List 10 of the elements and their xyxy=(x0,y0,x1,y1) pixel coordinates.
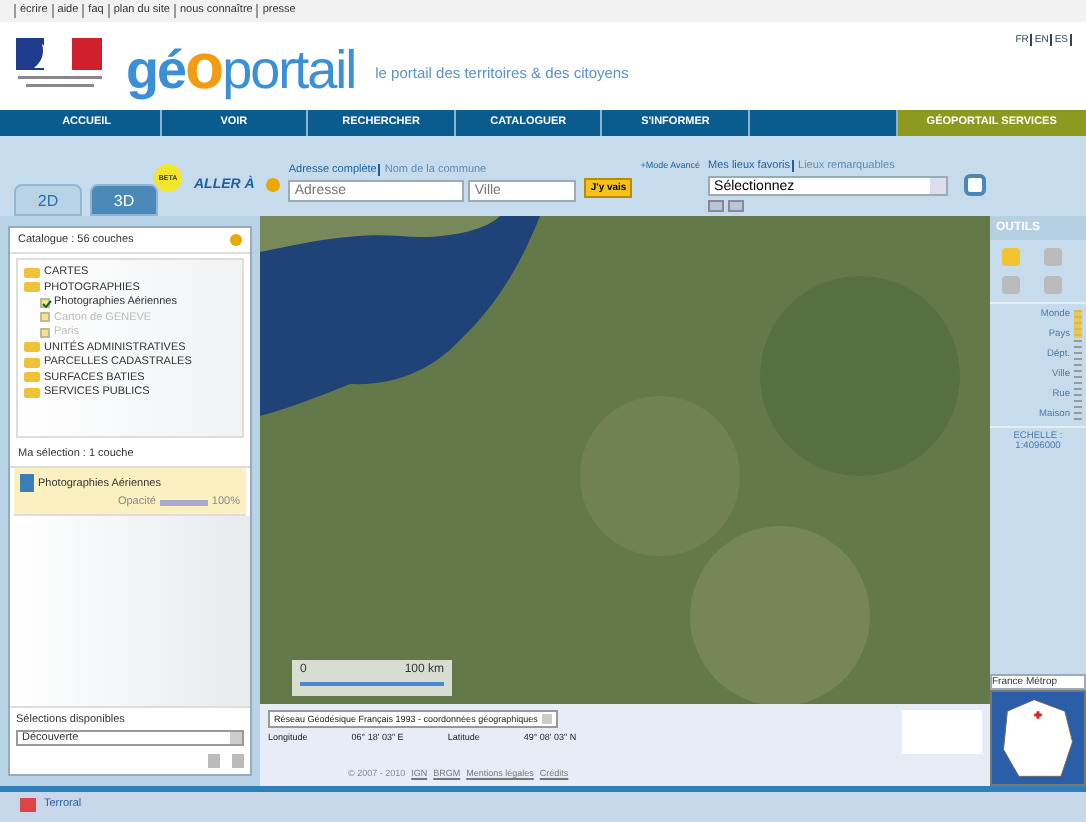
zoom-slider[interactable] xyxy=(1074,310,1082,420)
opacity-slider[interactable] xyxy=(159,499,208,505)
satellite-map[interactable] xyxy=(260,216,990,704)
help-icon[interactable] xyxy=(230,234,242,246)
help-icon[interactable] xyxy=(266,178,281,192)
view-tab[interactable]: 2D xyxy=(14,184,82,216)
window-icon[interactable] xyxy=(964,174,987,196)
view-tab[interactable]: 3D xyxy=(90,184,158,216)
france-overview-map[interactable] xyxy=(990,690,1086,786)
layer-checkbox[interactable] xyxy=(40,297,50,307)
